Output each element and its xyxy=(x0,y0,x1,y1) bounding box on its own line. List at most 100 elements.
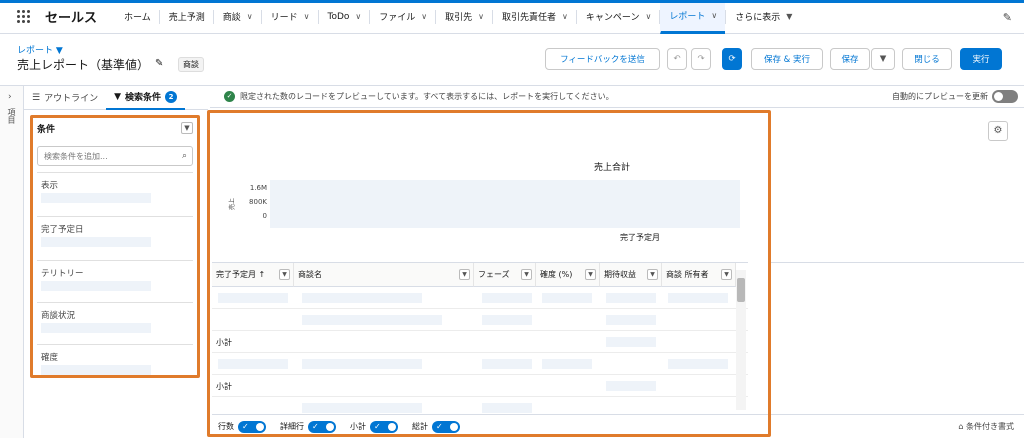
close-button[interactable]: 閉じる xyxy=(902,48,952,70)
conditional-format-button[interactable]: ⌂ 条件付き書式 xyxy=(958,421,1014,432)
filter-item-label: テリトリー xyxy=(41,269,84,279)
toggle-switch[interactable]: ✓ xyxy=(432,420,460,433)
toggle-switch[interactable]: ✓ xyxy=(308,420,336,433)
chart-xlabel: 完了予定月 xyxy=(620,232,660,242)
filter-item-close-date[interactable]: 完了予定日 xyxy=(37,216,193,256)
column-header[interactable]: 期待収益 ▼ xyxy=(600,263,662,287)
save-menu-chevron-icon[interactable]: ▼ xyxy=(871,48,895,70)
run-button[interactable]: 実行 xyxy=(960,48,1002,70)
chevron-down-icon[interactable]: ∨ xyxy=(355,12,361,21)
pencil-icon[interactable]: ✎ xyxy=(155,58,163,69)
nav-item-forecast[interactable]: 売上予測 xyxy=(160,0,213,34)
chevron-down-icon[interactable]: ∨ xyxy=(304,12,310,21)
preview-info-strip: ✓ 限定された数のレコードをプレビューしています。すべて表示するには、レポートを… xyxy=(210,86,1024,108)
save-and-run-button[interactable]: 保存 & 実行 xyxy=(751,48,823,70)
chevron-down-icon[interactable]: ∨ xyxy=(421,12,427,21)
filter-item-show[interactable]: 表示 xyxy=(37,172,193,212)
nav-item-todo[interactable]: ToDo ∨ xyxy=(319,0,370,34)
redo-icon[interactable]: ↷ xyxy=(691,48,711,70)
nav-item-label: 商談 xyxy=(222,13,241,23)
tab-outline[interactable]: ☰ アウトライン xyxy=(24,86,106,110)
auto-preview-toggle[interactable] xyxy=(992,90,1018,103)
column-header[interactable]: 確度 (%) ▼ xyxy=(536,263,600,287)
chevron-right-icon[interactable]: › xyxy=(8,92,12,102)
tab-filters[interactable]: ▼ 検索条件 2 xyxy=(106,86,186,110)
filter-item-territory[interactable]: テリトリー xyxy=(37,260,193,300)
column-header[interactable]: 商談 所有者 ▼ xyxy=(662,263,736,287)
column-header-label: フェーズ xyxy=(478,270,510,279)
column-header[interactable]: 商談名 ▼ xyxy=(294,263,474,287)
chevron-down-icon[interactable]: ∨ xyxy=(478,12,484,21)
toggle-subtotals[interactable]: 小計 ✓ xyxy=(350,420,398,433)
table-cell xyxy=(606,381,656,391)
chart-settings-gear-icon[interactable]: ⚙ xyxy=(988,121,1008,141)
report-title: 売上レポート（基準値） xyxy=(17,58,150,72)
chevron-down-icon[interactable]: ∨ xyxy=(645,12,651,21)
nav-item-label: レポート xyxy=(669,11,706,22)
filter-item-value xyxy=(41,237,151,247)
success-check-icon: ✓ xyxy=(224,91,235,102)
column-menu-chevron-icon[interactable]: ▼ xyxy=(647,269,658,280)
report-type-dropdown[interactable]: レポート ▼ xyxy=(17,43,63,56)
column-header-label: 完了予定月 ↑ xyxy=(216,270,266,279)
toggle-label: 総計 xyxy=(412,422,428,431)
table-cell xyxy=(668,359,728,369)
column-menu-chevron-icon[interactable]: ▼ xyxy=(459,269,470,280)
bottom-toggle-bar: 行数 ✓ 詳細行 ✓ 小計 ✓ 総計 ✓ ⌂ 条件付き書式 xyxy=(212,414,1024,438)
add-filter-placeholder: 検索条件を追加... xyxy=(44,152,108,161)
list-icon: ☰ xyxy=(32,92,41,103)
toggle-switch[interactable]: ✓ xyxy=(238,420,266,433)
column-menu-chevron-icon[interactable]: ▼ xyxy=(279,269,290,280)
nav-item-contacts[interactable]: 取引先責任者 ∨ xyxy=(493,0,576,34)
app-launcher-icon[interactable] xyxy=(17,9,31,24)
filter-item-opportunity-status[interactable]: 商談状況 xyxy=(37,302,193,342)
chevron-down-icon[interactable]: ∨ xyxy=(711,11,717,20)
filters-panel: 条件 ▼ 検索条件を追加... ⌕ 表示 完了予定日 テリトリー 商談状況 確度 xyxy=(33,118,199,376)
toggle-row-counts[interactable]: 行数 ✓ xyxy=(218,420,266,433)
column-menu-chevron-icon[interactable]: ▼ xyxy=(721,269,732,280)
save-button[interactable]: 保存 xyxy=(830,48,870,70)
edit-nav-icon[interactable]: ✎ xyxy=(1003,11,1012,24)
nav-items: ホーム 売上予測 商談 ∨ リード ∨ ToDo ∨ ファイル ∨ 取引先 ∨ 取引先責任者 ∨ キャンペー… xyxy=(115,0,800,34)
scrollbar-thumb[interactable] xyxy=(737,278,745,302)
table-cell xyxy=(218,359,288,369)
nav-item-label: キャンペーン xyxy=(585,13,640,23)
filters-menu-chevron-icon[interactable]: ▼ xyxy=(181,122,193,134)
nav-item-more[interactable]: さらに表示 ▼ xyxy=(726,0,800,34)
chart-area: 売上合計 売上 1.6M 800K 0 完了予定月 xyxy=(212,112,768,262)
undo-icon[interactable]: ↶ xyxy=(667,48,687,70)
table-cell xyxy=(302,315,442,325)
panel-tabs: ☰ アウトライン ▼ 検索条件 2 xyxy=(24,86,208,110)
nav-item-home[interactable]: ホーム xyxy=(115,0,159,34)
column-menu-chevron-icon[interactable]: ▼ xyxy=(521,269,532,280)
add-filter-search-input[interactable]: 検索条件を追加... ⌕ xyxy=(37,146,193,166)
refresh-icon[interactable]: ⟳ xyxy=(722,48,742,70)
filter-item-probability[interactable]: 確度 xyxy=(37,344,193,384)
nav-item-campaigns[interactable]: キャンペーン ∨ xyxy=(577,0,659,34)
table-row: 小計 xyxy=(212,375,748,397)
nav-item-files[interactable]: ファイル ∨ xyxy=(370,0,435,34)
chevron-down-icon[interactable]: ▼ xyxy=(786,12,792,21)
fields-panel-toggle[interactable]: › 項目 xyxy=(0,86,24,438)
feedback-button[interactable]: フィードバックを送信 xyxy=(545,48,660,70)
nav-item-accounts[interactable]: 取引先 ∨ xyxy=(436,0,492,34)
nav-item-leads[interactable]: リード ∨ xyxy=(262,0,318,34)
toggle-switch[interactable]: ✓ xyxy=(370,420,398,433)
table-row xyxy=(212,309,748,331)
subtotal-label: 小計 xyxy=(216,338,232,347)
column-header[interactable]: 完了予定月 ↑ ▼ xyxy=(212,263,294,287)
chart-ytick: 800K xyxy=(249,198,267,206)
chevron-down-icon[interactable]: ∨ xyxy=(562,12,568,21)
column-header-label: 商談名 xyxy=(298,270,322,279)
nav-item-reports[interactable]: レポート ∨ xyxy=(660,0,726,34)
column-menu-chevron-icon[interactable]: ▼ xyxy=(585,269,596,280)
table-scrollbar[interactable] xyxy=(736,270,746,410)
nav-item-label: リード xyxy=(270,13,298,23)
filters-heading: 条件 xyxy=(37,125,56,135)
toggle-grand-total[interactable]: 総計 ✓ xyxy=(412,420,460,433)
toggle-label: 小計 xyxy=(350,422,366,431)
chevron-down-icon[interactable]: ∨ xyxy=(247,12,253,21)
column-header[interactable]: フェーズ ▼ xyxy=(474,263,536,287)
toggle-detail-rows[interactable]: 詳細行 ✓ xyxy=(280,420,336,433)
nav-item-opportunities[interactable]: 商談 ∨ xyxy=(214,0,261,34)
